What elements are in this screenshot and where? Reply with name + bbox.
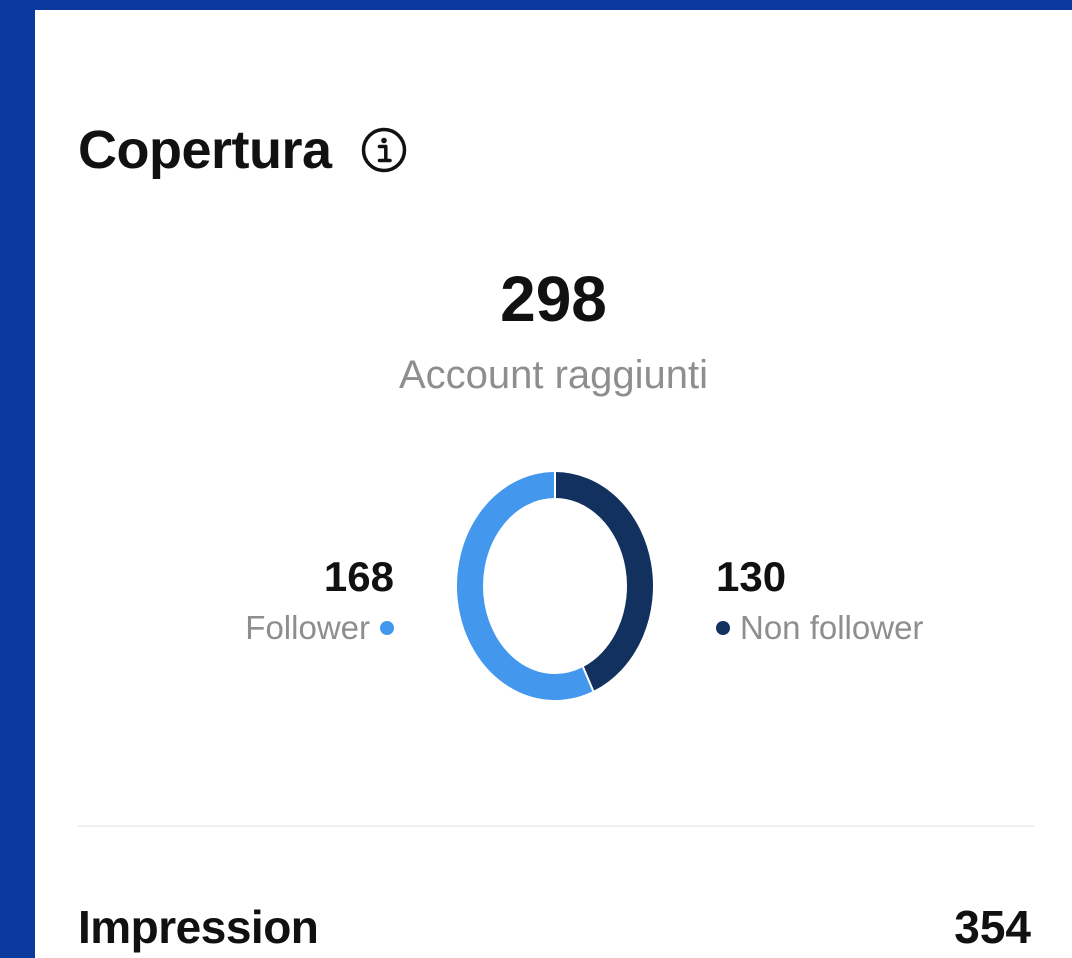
donut-slice-follower	[457, 472, 594, 700]
non-followers-dot	[716, 621, 730, 635]
reach-donut-chart	[457, 471, 653, 700]
section-title: Copertura	[78, 120, 332, 180]
non-followers-count: 130	[716, 553, 787, 600]
accounts-reached-label: Account raggiunti	[398, 353, 709, 397]
non-followers-stat: 130 Non follower	[716, 550, 923, 652]
reach-card: Copertura 298 Account raggiunti 168 Foll…	[35, 10, 1072, 958]
impressions-label: Impression	[78, 901, 319, 953]
accounts-reached-count: 298	[500, 263, 607, 335]
non-followers-label: Non follower	[740, 609, 924, 646]
donut-slice-non-follower	[554, 472, 653, 691]
followers-legend: Follower	[245, 604, 394, 652]
followers-stat: 168 Follower	[245, 550, 394, 652]
non-followers-legend: Non follower	[716, 604, 923, 652]
section-header: Copertura	[78, 110, 408, 190]
impressions-row: Impression 354	[78, 900, 1031, 954]
impressions-value: 354	[954, 901, 1031, 953]
divider	[78, 825, 1034, 827]
followers-dot	[380, 621, 394, 635]
followers-count: 168	[323, 553, 394, 600]
followers-label: Follower	[245, 609, 370, 646]
info-icon[interactable]	[360, 126, 408, 174]
